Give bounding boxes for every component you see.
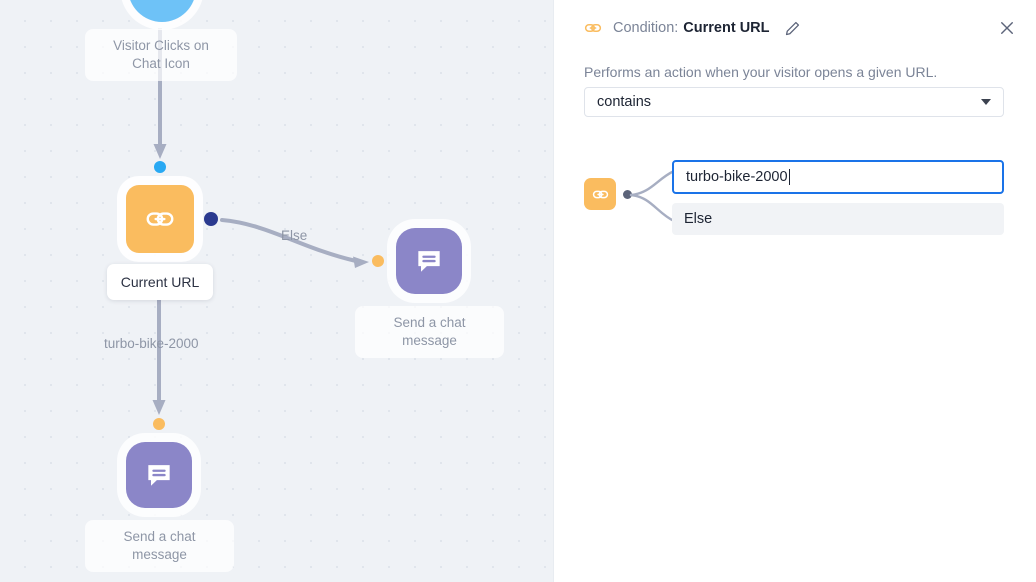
condition-settings-panel: Condition: Current URL Performs an actio… xyxy=(553,0,1036,582)
chain-link-icon xyxy=(584,23,602,33)
close-icon[interactable] xyxy=(998,19,1016,37)
branch-value-text: turbo-bike-2000 xyxy=(686,169,788,185)
edge-label-url: turbo-bike-2000 xyxy=(104,336,199,351)
branch-condition-icon xyxy=(584,178,616,210)
chat-message-icon xyxy=(148,465,170,486)
chevron-down-icon xyxy=(981,99,991,105)
flow-builder-screen: Visitor Clicks on Chat Icon Current URL … xyxy=(0,0,1036,582)
panel-header-title: Current URL xyxy=(683,20,770,36)
branch-else-label: Else xyxy=(684,211,713,227)
node-message-match-label: Send a chat message xyxy=(85,520,234,572)
branch-else-row[interactable]: Else xyxy=(672,203,1004,235)
node-message-else-label: Send a chat message xyxy=(355,306,504,358)
node-message-match[interactable] xyxy=(126,442,192,508)
chat-message-icon xyxy=(418,251,440,272)
text-cursor xyxy=(788,169,790,185)
operator-select-value: contains xyxy=(597,94,652,110)
chain-link-icon xyxy=(592,190,608,198)
branch-value-input[interactable]: turbo-bike-2000 xyxy=(672,160,1004,194)
flow-edges xyxy=(152,28,384,430)
node-trigger-label: Visitor Clicks on Chat Icon xyxy=(85,29,237,81)
flow-canvas[interactable]: Visitor Clicks on Chat Icon Current URL … xyxy=(0,0,553,582)
node-trigger[interactable] xyxy=(128,0,196,22)
panel-header: Condition: Current URL xyxy=(554,0,1036,56)
panel-description: Performs an action when your visitor ope… xyxy=(584,64,938,80)
node-condition-label: Current URL xyxy=(107,264,213,300)
edge-label-else: Else xyxy=(281,228,308,243)
branch-group: turbo-bike-2000 Else xyxy=(584,145,1004,245)
panel-header-prefix: Condition: xyxy=(613,20,679,36)
node-condition[interactable] xyxy=(126,185,194,253)
node-message-else[interactable] xyxy=(396,228,462,294)
chain-link-icon xyxy=(146,212,174,226)
pencil-icon[interactable] xyxy=(784,20,801,37)
operator-select[interactable]: contains xyxy=(584,87,1004,117)
